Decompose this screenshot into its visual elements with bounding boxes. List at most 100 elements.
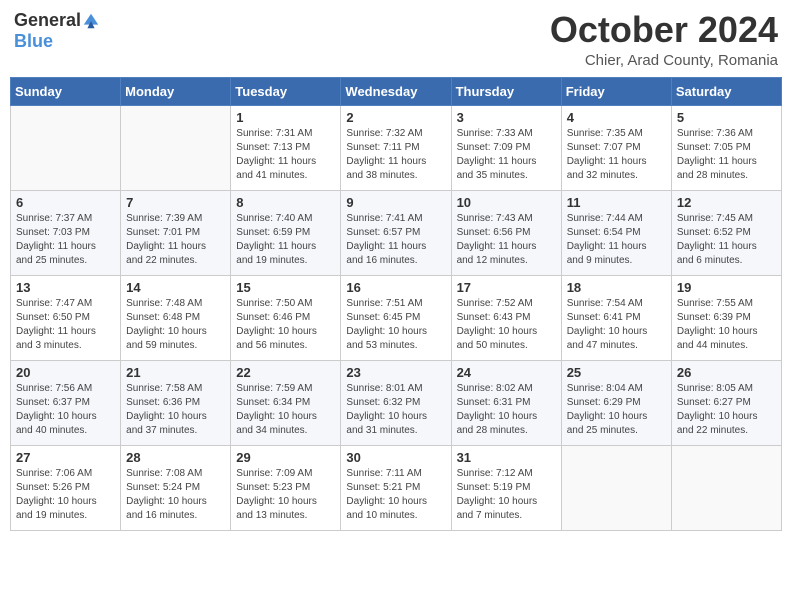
calendar-cell: 11Sunrise: 7:44 AM Sunset: 6:54 PM Dayli… (561, 190, 671, 275)
day-info: Sunrise: 8:05 AM Sunset: 6:27 PM Dayligh… (677, 382, 776, 438)
day-info: Sunrise: 7:39 AM Sunset: 7:01 PM Dayligh… (126, 212, 225, 268)
day-info: Sunrise: 7:40 AM Sunset: 6:59 PM Dayligh… (236, 212, 335, 268)
day-header-friday: Friday (561, 77, 671, 105)
calendar-cell: 14 Sunrise: 7:48 AM Sunset: 6:48 PM Dayli… (121, 275, 231, 360)
day-info: Sunrise: 7:33 AM Sunset: 7:09 PM Dayligh… (457, 127, 556, 183)
calendar-cell: 23Sunrise: 8:01 AM Sunset: 6:32 PM Dayli… (341, 360, 451, 445)
calendar-cell: 9 Sunrise: 7:41 AM Sunset: 6:57 PM Daylig… (341, 190, 451, 275)
day-info: Sunrise: 7:48 AM Sunset: 6:48 PM Dayligh… (126, 297, 225, 353)
day-info: Sunrise: 7:37 AM Sunset: 7:03 PM Dayligh… (16, 212, 115, 268)
day-number: 7 (126, 195, 225, 210)
day-number: 22 (236, 365, 335, 380)
day-info: Sunrise: 7:44 AM Sunset: 6:54 PM Dayligh… (567, 212, 666, 268)
calendar-week-2: 6Sunrise: 7:37 AM Sunset: 7:03 PM Daylig… (11, 190, 782, 275)
calendar-cell: 29 Sunrise: 7:09 AM Sunset: 5:23 PM Dayli… (231, 445, 341, 530)
calendar-cell: 31 Sunrise: 7:12 AM Sunset: 5:19 PM Dayli… (451, 445, 561, 530)
day-info: Sunrise: 7:31 AM Sunset: 7:13 PM Dayligh… (236, 127, 335, 183)
day-number: 14 (126, 280, 225, 295)
day-header-sunday: Sunday (11, 77, 121, 105)
day-info: Sunrise: 7:45 AM Sunset: 6:52 PM Dayligh… (677, 212, 776, 268)
calendar-cell: 7 Sunrise: 7:39 AM Sunset: 7:01 PM Daylig… (121, 190, 231, 275)
day-number: 9 (346, 195, 445, 210)
calendar-cell: 16 Sunrise: 7:51 AM Sunset: 6:45 PM Dayli… (341, 275, 451, 360)
day-number: 17 (457, 280, 556, 295)
day-info: Sunrise: 7:58 AM Sunset: 6:36 PM Dayligh… (126, 382, 225, 438)
day-number: 20 (16, 365, 115, 380)
day-info: Sunrise: 7:51 AM Sunset: 6:45 PM Dayligh… (346, 297, 445, 353)
calendar-cell: 24Sunrise: 8:02 AM Sunset: 6:31 PM Dayli… (451, 360, 561, 445)
page-header: General Blue October 2024 Chier, Arad Co… (10, 10, 782, 69)
day-info: Sunrise: 7:08 AM Sunset: 5:24 PM Dayligh… (126, 467, 225, 523)
calendar-cell: 22 Sunrise: 7:59 AM Sunset: 6:34 PM Dayli… (231, 360, 341, 445)
day-number: 28 (126, 450, 225, 465)
day-info: Sunrise: 8:01 AM Sunset: 6:32 PM Dayligh… (346, 382, 445, 438)
calendar-week-4: 20 Sunrise: 7:56 AM Sunset: 6:37 PM Dayli… (11, 360, 782, 445)
day-info: Sunrise: 7:43 AM Sunset: 6:56 PM Dayligh… (457, 212, 556, 268)
calendar-cell: 27 Sunrise: 7:06 AM Sunset: 5:26 PM Dayli… (11, 445, 121, 530)
day-number: 3 (457, 110, 556, 125)
calendar-cell: 8Sunrise: 7:40 AM Sunset: 6:59 PM Daylig… (231, 190, 341, 275)
logo-blue-text: Blue (14, 31, 53, 52)
day-info: Sunrise: 7:56 AM Sunset: 6:37 PM Dayligh… (16, 382, 115, 438)
day-info: Sunrise: 7:59 AM Sunset: 6:34 PM Dayligh… (236, 382, 335, 438)
day-number: 4 (567, 110, 666, 125)
day-info: Sunrise: 8:02 AM Sunset: 6:31 PM Dayligh… (457, 382, 556, 438)
calendar-cell: 6Sunrise: 7:37 AM Sunset: 7:03 PM Daylig… (11, 190, 121, 275)
day-info: Sunrise: 7:09 AM Sunset: 5:23 PM Dayligh… (236, 467, 335, 523)
logo-general-text: General (14, 10, 81, 31)
calendar-cell: 17 Sunrise: 7:52 AM Sunset: 6:43 PM Dayli… (451, 275, 561, 360)
calendar-cell: 1Sunrise: 7:31 AM Sunset: 7:13 PM Daylig… (231, 105, 341, 190)
day-number: 15 (236, 280, 335, 295)
calendar-week-1: 1Sunrise: 7:31 AM Sunset: 7:13 PM Daylig… (11, 105, 782, 190)
calendar-week-5: 27 Sunrise: 7:06 AM Sunset: 5:26 PM Dayli… (11, 445, 782, 530)
calendar-cell: 25 Sunrise: 8:04 AM Sunset: 6:29 PM Dayli… (561, 360, 671, 445)
day-info: Sunrise: 8:04 AM Sunset: 6:29 PM Dayligh… (567, 382, 666, 438)
month-title: October 2024 (550, 10, 778, 50)
calendar-cell: 5Sunrise: 7:36 AM Sunset: 7:05 PM Daylig… (671, 105, 781, 190)
calendar-table: SundayMondayTuesdayWednesdayThursdayFrid… (10, 77, 782, 531)
logo-icon (82, 12, 100, 30)
day-info: Sunrise: 7:47 AM Sunset: 6:50 PM Dayligh… (16, 297, 115, 353)
day-number: 10 (457, 195, 556, 210)
calendar-cell: 28 Sunrise: 7:08 AM Sunset: 5:24 PM Dayli… (121, 445, 231, 530)
calendar-cell: 20 Sunrise: 7:56 AM Sunset: 6:37 PM Dayli… (11, 360, 121, 445)
calendar-cell: 10 Sunrise: 7:43 AM Sunset: 6:56 PM Dayli… (451, 190, 561, 275)
day-number: 25 (567, 365, 666, 380)
calendar-cell: 30 Sunrise: 7:11 AM Sunset: 5:21 PM Dayli… (341, 445, 451, 530)
day-number: 19 (677, 280, 776, 295)
calendar-cell (11, 105, 121, 190)
day-number: 13 (16, 280, 115, 295)
day-info: Sunrise: 7:06 AM Sunset: 5:26 PM Dayligh… (16, 467, 115, 523)
calendar-cell: 15 Sunrise: 7:50 AM Sunset: 6:46 PM Dayli… (231, 275, 341, 360)
calendar-cell: 18 Sunrise: 7:54 AM Sunset: 6:41 PM Dayli… (561, 275, 671, 360)
calendar-cell: 4 Sunrise: 7:35 AM Sunset: 7:07 PM Daylig… (561, 105, 671, 190)
day-number: 18 (567, 280, 666, 295)
day-info: Sunrise: 7:54 AM Sunset: 6:41 PM Dayligh… (567, 297, 666, 353)
day-header-wednesday: Wednesday (341, 77, 451, 105)
day-info: Sunrise: 7:50 AM Sunset: 6:46 PM Dayligh… (236, 297, 335, 353)
day-number: 21 (126, 365, 225, 380)
calendar-cell: 12 Sunrise: 7:45 AM Sunset: 6:52 PM Dayli… (671, 190, 781, 275)
day-info: Sunrise: 7:12 AM Sunset: 5:19 PM Dayligh… (457, 467, 556, 523)
day-number: 16 (346, 280, 445, 295)
day-info: Sunrise: 7:11 AM Sunset: 5:21 PM Dayligh… (346, 467, 445, 523)
location-subtitle: Chier, Arad County, Romania (550, 52, 778, 69)
day-number: 29 (236, 450, 335, 465)
day-info: Sunrise: 7:36 AM Sunset: 7:05 PM Dayligh… (677, 127, 776, 183)
calendar-cell: 19 Sunrise: 7:55 AM Sunset: 6:39 PM Dayli… (671, 275, 781, 360)
day-number: 12 (677, 195, 776, 210)
day-number: 31 (457, 450, 556, 465)
day-info: Sunrise: 7:41 AM Sunset: 6:57 PM Dayligh… (346, 212, 445, 268)
calendar-cell: 26Sunrise: 8:05 AM Sunset: 6:27 PM Dayli… (671, 360, 781, 445)
day-number: 27 (16, 450, 115, 465)
day-number: 30 (346, 450, 445, 465)
day-number: 2 (346, 110, 445, 125)
day-info: Sunrise: 7:55 AM Sunset: 6:39 PM Dayligh… (677, 297, 776, 353)
calendar-cell (561, 445, 671, 530)
day-info: Sunrise: 7:52 AM Sunset: 6:43 PM Dayligh… (457, 297, 556, 353)
calendar-cell (671, 445, 781, 530)
calendar-cell: 13 Sunrise: 7:47 AM Sunset: 6:50 PM Dayli… (11, 275, 121, 360)
day-info: Sunrise: 7:35 AM Sunset: 7:07 PM Dayligh… (567, 127, 666, 183)
day-info: Sunrise: 7:32 AM Sunset: 7:11 PM Dayligh… (346, 127, 445, 183)
calendar-cell: 3 Sunrise: 7:33 AM Sunset: 7:09 PM Daylig… (451, 105, 561, 190)
